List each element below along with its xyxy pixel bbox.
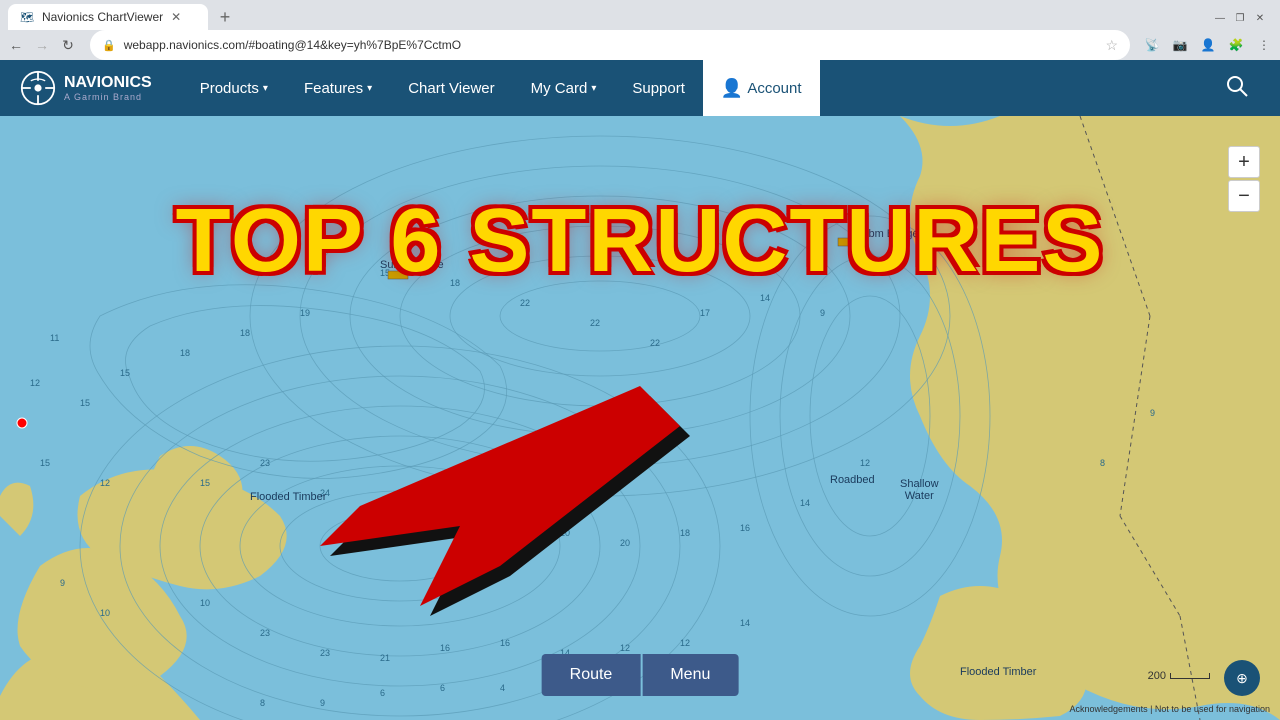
screenshot-icon[interactable]: 📷	[1168, 33, 1192, 57]
new-tab-button[interactable]: +	[212, 4, 238, 30]
svg-text:16: 16	[500, 638, 510, 648]
products-chevron: ▾	[263, 83, 268, 94]
scale-label: 200	[1148, 670, 1166, 682]
svg-text:12: 12	[100, 478, 110, 488]
extensions-icon[interactable]: 🧩	[1224, 33, 1248, 57]
nav-my-card[interactable]: My Card ▾	[513, 60, 615, 116]
close-button[interactable]: ✕	[1252, 10, 1268, 26]
svg-text:8: 8	[260, 698, 265, 708]
browser-tab[interactable]: 🗺 Navionics ChartViewer ✕	[8, 4, 208, 30]
secure-icon: 🔒	[102, 39, 116, 52]
shallow-water-label-1: ShallowWater	[900, 478, 939, 502]
svg-text:12: 12	[620, 643, 630, 653]
flooded-timber-label-2: Flooded Timber	[960, 666, 1036, 678]
zoom-out-button[interactable]: −	[1228, 180, 1260, 212]
minimize-button[interactable]: —	[1212, 10, 1228, 26]
back-button[interactable]: ←	[4, 33, 28, 57]
svg-text:16: 16	[740, 523, 750, 533]
svg-text:4: 4	[500, 683, 505, 693]
profile-icon[interactable]: 👤	[1196, 33, 1220, 57]
svg-text:16: 16	[440, 643, 450, 653]
svg-text:15: 15	[80, 398, 90, 408]
svg-text:9: 9	[1150, 408, 1155, 418]
logo-icon	[20, 70, 56, 106]
nav-account[interactable]: 👤 Account	[703, 60, 820, 116]
svg-text:15: 15	[200, 478, 210, 488]
svg-text:14: 14	[800, 498, 810, 508]
svg-text:15: 15	[120, 368, 130, 378]
browser-action-bar: 📡 📷 👤 🧩 ⋮	[1140, 33, 1276, 57]
svg-text:22: 22	[520, 298, 530, 308]
svg-text:22: 22	[590, 318, 600, 328]
menu-dots-icon[interactable]: ⋮	[1252, 33, 1276, 57]
svg-text:6: 6	[440, 683, 445, 693]
search-button[interactable]	[1214, 75, 1260, 102]
scale-bar: 200	[1148, 670, 1210, 682]
browser-chrome: 🗺 Navionics ChartViewer ✕ + — ❐ ✕ ← → ↻ …	[0, 0, 1280, 720]
svg-text:23: 23	[260, 458, 270, 468]
tab-title: Navionics ChartViewer	[42, 10, 163, 24]
forward-button[interactable]: →	[30, 33, 54, 57]
svg-text:23: 23	[260, 628, 270, 638]
svg-text:12: 12	[860, 458, 870, 468]
compass-button[interactable]: ⊕	[1224, 660, 1260, 696]
nav-features[interactable]: Features ▾	[286, 60, 390, 116]
roadbed-label: Roadbed	[830, 474, 875, 486]
svg-text:18: 18	[240, 328, 250, 338]
search-icon	[1226, 75, 1248, 97]
svg-text:6: 6	[380, 688, 385, 698]
svg-text:8: 8	[1100, 458, 1105, 468]
disclaimer: Acknowledgements | Not to be used for na…	[1070, 704, 1270, 714]
map-area[interactable]: 11 12 15 15 18 18 19 15 18 22 22 22 17 1…	[0, 116, 1280, 720]
svg-text:10: 10	[100, 608, 110, 618]
site-wrapper: NAVIONICS A Garmin Brand Products ▾ Feat…	[0, 60, 1280, 720]
svg-text:19: 19	[300, 308, 310, 318]
svg-text:9: 9	[820, 308, 825, 318]
logo[interactable]: NAVIONICS A Garmin Brand	[20, 70, 152, 106]
svg-text:9: 9	[60, 578, 65, 588]
features-chevron: ▾	[367, 83, 372, 94]
bottom-buttons: Route Menu	[542, 654, 739, 696]
navbar: NAVIONICS A Garmin Brand Products ▾ Feat…	[0, 60, 1280, 116]
nav-support[interactable]: Support	[614, 60, 703, 116]
my-card-chevron: ▾	[591, 83, 596, 94]
maximize-button[interactable]: ❐	[1232, 10, 1248, 26]
address-bar[interactable]: 🔒 webapp.navionics.com/#boating@14&key=y…	[90, 30, 1130, 60]
logo-text: NAVIONICS	[64, 74, 152, 92]
svg-text:23: 23	[320, 648, 330, 658]
svg-text:12: 12	[30, 378, 40, 388]
reload-button[interactable]: ↻	[56, 33, 80, 57]
svg-text:18: 18	[180, 348, 190, 358]
logo-sub: A Garmin Brand	[64, 92, 152, 102]
url-text: webapp.navionics.com/#boating@14&key=yh%…	[124, 38, 1098, 52]
nav-chart-viewer[interactable]: Chart Viewer	[390, 60, 512, 116]
arrow-graphic	[310, 336, 690, 616]
svg-text:11: 11	[50, 333, 59, 343]
cast-icon[interactable]: 📡	[1140, 33, 1164, 57]
svg-text:10: 10	[200, 598, 210, 608]
tab-close-button[interactable]: ✕	[171, 10, 181, 24]
account-icon: 👤	[721, 78, 743, 99]
tab-favicon: 🗺	[20, 11, 34, 24]
svg-text:17: 17	[700, 308, 710, 318]
map-title: TOP 6 STRUCTURES	[176, 196, 1105, 286]
svg-text:9: 9	[320, 698, 325, 708]
zoom-controls: + −	[1228, 146, 1260, 212]
nav-items: Products ▾ Features ▾ Chart Viewer My Ca…	[182, 60, 1214, 116]
compass-icon: ⊕	[1236, 670, 1248, 687]
svg-text:14: 14	[760, 293, 770, 303]
route-button[interactable]: Route	[542, 654, 641, 696]
menu-button[interactable]: Menu	[642, 654, 738, 696]
svg-text:14: 14	[740, 618, 750, 628]
scale-line	[1170, 673, 1210, 679]
svg-text:21: 21	[380, 653, 390, 663]
bookmark-icon[interactable]: ☆	[1105, 37, 1118, 54]
zoom-in-button[interactable]: +	[1228, 146, 1260, 178]
svg-text:12: 12	[680, 638, 690, 648]
svg-text:15: 15	[40, 458, 50, 468]
nav-products[interactable]: Products ▾	[182, 60, 286, 116]
